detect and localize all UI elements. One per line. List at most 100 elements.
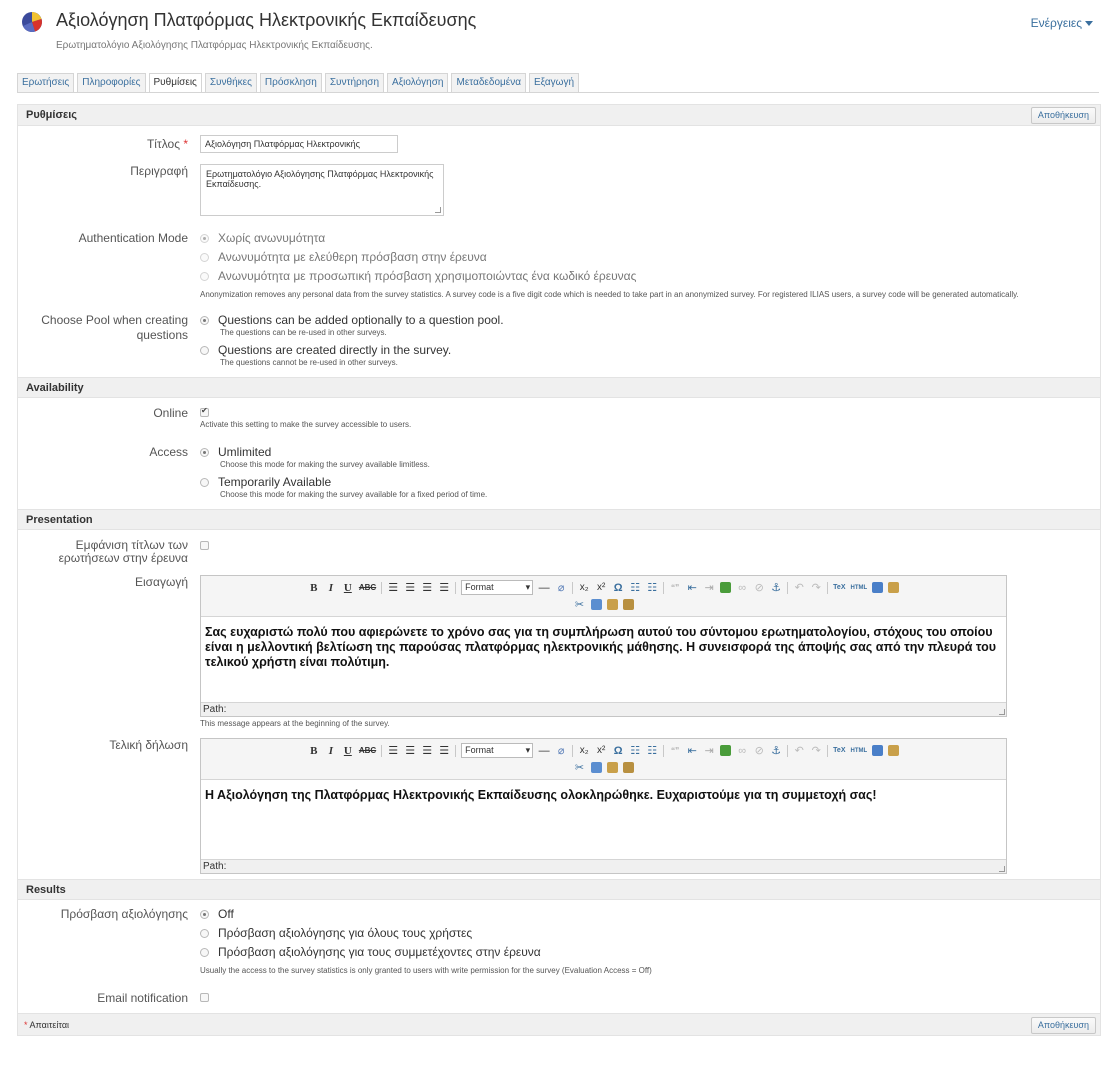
fullscreen-icon[interactable]	[872, 745, 884, 756]
link-icon[interactable]: ∞	[736, 582, 748, 594]
horizontal-rule-icon[interactable]: —	[538, 745, 550, 757]
bullet-list-icon[interactable]: ☷	[629, 581, 641, 594]
save-button-bottom[interactable]: Αποθήκευση	[1030, 1017, 1096, 1034]
email-notification-checkbox[interactable]	[200, 993, 209, 1002]
underline-icon[interactable]: U	[342, 582, 354, 594]
description-textarea[interactable]: Ερωτηματολόγιο Αξιολόγησης Πλατφόρμας Ηλ…	[200, 164, 444, 216]
tab-questions[interactable]: Ερωτήσεις	[17, 73, 75, 92]
bold-icon[interactable]: B	[308, 745, 320, 757]
paste-icon[interactable]	[888, 582, 900, 593]
indent-icon[interactable]: ⇥	[703, 744, 715, 757]
align-justify-icon[interactable]: ☰	[438, 744, 450, 757]
remove-format-icon[interactable]: ⌀	[555, 581, 567, 594]
align-right-icon[interactable]: ☰	[421, 581, 433, 594]
actions-dropdown[interactable]: Ενέργειες	[1031, 16, 1093, 30]
tab-info[interactable]: Πληροφορίες	[77, 73, 146, 92]
radio-button[interactable]	[200, 234, 209, 243]
auth-option-code[interactable]: Ανωνυμότητα με προσωπική πρόσβαση χρησιμ…	[200, 269, 1100, 288]
outdent-icon[interactable]: ⇤	[686, 744, 698, 757]
radio-button[interactable]	[200, 948, 209, 957]
strikethrough-icon[interactable]: ABC	[359, 583, 376, 592]
title-input[interactable]: Αξιολόγηση Πλατφόρμας Ηλεκτρονικής	[200, 135, 398, 153]
italic-icon[interactable]: I	[325, 745, 337, 757]
radio-button[interactable]	[200, 448, 209, 457]
online-checkbox[interactable]	[200, 406, 209, 417]
pool-option-direct[interactable]: Questions are created directly in the su…	[200, 343, 1100, 358]
align-justify-icon[interactable]: ☰	[438, 581, 450, 594]
tab-settings[interactable]: Ρυθμίσεις	[148, 73, 202, 92]
bold-icon[interactable]: B	[308, 582, 320, 594]
cut-icon[interactable]: ✂	[574, 761, 586, 774]
tab-metadata[interactable]: Μεταδεδομένα	[451, 73, 527, 92]
anchor-icon[interactable]: ⚓	[770, 581, 782, 594]
image-icon[interactable]	[720, 745, 732, 756]
superscript-icon[interactable]: x²	[595, 582, 607, 593]
quote-icon[interactable]: ❝❞	[669, 583, 681, 592]
paste-icon[interactable]	[888, 745, 900, 756]
unlink-icon[interactable]: ⊘	[753, 744, 765, 757]
html-icon[interactable]: HTML	[851, 748, 868, 754]
undo-icon[interactable]: ↶	[793, 744, 805, 757]
bullet-list-icon[interactable]: ☷	[629, 744, 641, 757]
paste-text-icon[interactable]	[606, 599, 618, 610]
paste-word-icon[interactable]	[622, 599, 634, 610]
format-select[interactable]: Format	[461, 743, 534, 758]
remove-format-icon[interactable]: ⌀	[555, 744, 567, 757]
access-option-temporary[interactable]: Temporarily Available	[200, 475, 1100, 490]
radio-button[interactable]	[200, 346, 209, 355]
paste-word-icon[interactable]	[622, 762, 634, 773]
align-center-icon[interactable]: ☰	[404, 744, 416, 757]
paste-text-icon[interactable]	[606, 762, 618, 773]
resize-handle[interactable]	[999, 866, 1005, 872]
omega-icon[interactable]: Ω	[612, 582, 624, 594]
undo-icon[interactable]: ↶	[793, 581, 805, 594]
redo-icon[interactable]: ↷	[810, 744, 822, 757]
radio-button[interactable]	[200, 478, 209, 487]
show-titles-checkbox[interactable]	[200, 541, 209, 550]
tab-evaluation[interactable]: Αξιολόγηση	[387, 73, 449, 92]
cut-icon[interactable]: ✂	[574, 598, 586, 611]
tex-icon[interactable]: TeX	[833, 584, 845, 591]
indent-icon[interactable]: ⇥	[703, 581, 715, 594]
eval-option-all[interactable]: Πρόσβαση αξιολόγησης για όλους τους χρήσ…	[200, 926, 1100, 945]
fullscreen-icon[interactable]	[872, 582, 884, 593]
auth-option-none[interactable]: Χωρίς ανωνυμότητα	[200, 231, 1100, 250]
final-statement-editor-content[interactable]: Η Αξιολόγηση της Πλατφόρμας Ηλεκτρονικής…	[201, 779, 1006, 859]
omega-icon[interactable]: Ω	[612, 745, 624, 757]
subscript-icon[interactable]: x₂	[578, 582, 590, 593]
radio-button[interactable]	[200, 316, 209, 325]
tab-maintenance[interactable]: Συντήρηση	[324, 73, 385, 92]
save-button-top[interactable]: Αποθήκευση	[1030, 107, 1096, 124]
superscript-icon[interactable]: x²	[595, 745, 607, 756]
align-center-icon[interactable]: ☰	[404, 581, 416, 594]
resize-handle[interactable]	[435, 207, 441, 213]
radio-button[interactable]	[200, 253, 209, 262]
link-icon[interactable]: ∞	[736, 745, 748, 757]
access-option-unlimited[interactable]: Umlimited	[200, 445, 1100, 460]
format-select[interactable]: Format	[461, 580, 534, 595]
strikethrough-icon[interactable]: ABC	[359, 746, 376, 755]
radio-button[interactable]	[200, 272, 209, 281]
redo-icon[interactable]: ↷	[810, 581, 822, 594]
tab-export[interactable]: Εξαγωγή	[529, 73, 580, 92]
eval-option-off[interactable]: Off	[200, 907, 1100, 926]
numbered-list-icon[interactable]: ☷	[646, 581, 658, 594]
horizontal-rule-icon[interactable]: —	[538, 582, 550, 594]
radio-button[interactable]	[200, 929, 209, 938]
align-left-icon[interactable]: ☰	[387, 581, 399, 594]
tab-invitation[interactable]: Πρόσκληση	[259, 73, 322, 92]
radio-button[interactable]	[200, 910, 209, 919]
subscript-icon[interactable]: x₂	[578, 745, 590, 756]
align-left-icon[interactable]: ☰	[387, 744, 399, 757]
quote-icon[interactable]: ❝❞	[669, 746, 681, 755]
align-right-icon[interactable]: ☰	[421, 744, 433, 757]
italic-icon[interactable]: I	[325, 582, 337, 594]
html-icon[interactable]: HTML	[851, 585, 868, 591]
auth-option-free[interactable]: Ανωνυμότητα με ελεύθερη πρόσβαση στην έρ…	[200, 250, 1100, 269]
tex-icon[interactable]: TeX	[833, 747, 845, 754]
unlink-icon[interactable]: ⊘	[753, 581, 765, 594]
intro-editor-content[interactable]: Σας ευχαριστώ πολύ που αφιερώνετε το χρό…	[201, 616, 1006, 702]
pool-option-optional[interactable]: Questions can be added optionally to a q…	[200, 313, 1100, 328]
image-icon[interactable]	[720, 582, 732, 593]
resize-handle[interactable]	[999, 709, 1005, 715]
